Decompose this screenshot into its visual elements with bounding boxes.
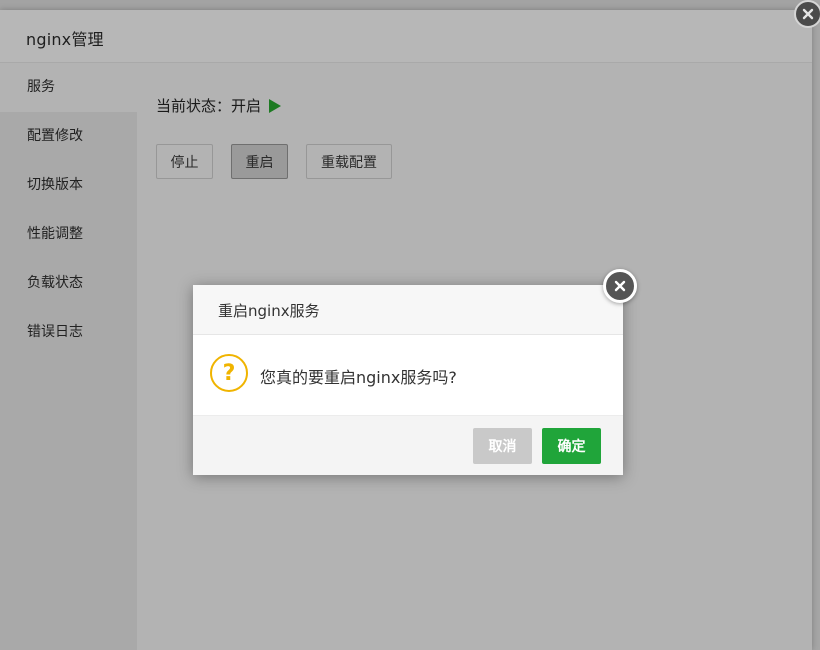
sidebar-item-label: 性能调整 [27, 226, 83, 242]
sidebar-item-config-edit[interactable]: 配置修改 [0, 112, 137, 161]
sidebar-item-label: 负载状态 [27, 275, 83, 291]
dialog-body: ? 您真的要重启nginx服务吗? [193, 335, 623, 415]
dialog-message: 您真的要重启nginx服务吗? [260, 368, 457, 387]
panel-header: nginx管理 [0, 10, 812, 63]
panel-title: nginx管理 [26, 30, 104, 49]
dialog-close-button[interactable] [603, 269, 637, 303]
dialog-title: 重启nginx服务 [218, 302, 320, 320]
sidebar-item-error-log[interactable]: 错误日志 [0, 308, 137, 357]
sidebar-item-label: 错误日志 [27, 324, 83, 340]
panel-close-button[interactable] [794, 0, 820, 28]
reload-config-button[interactable]: 重载配置 [306, 144, 392, 179]
confirm-button[interactable]: 确定 [542, 428, 601, 464]
sidebar: 服务 配置修改 切换版本 性能调整 负载状态 错误日志 [0, 63, 137, 650]
stop-button[interactable]: 停止 [156, 144, 213, 179]
question-icon: ? [210, 354, 248, 392]
sidebar-item-service[interactable]: 服务 [0, 63, 137, 112]
sidebar-item-label: 配置修改 [27, 128, 83, 144]
sidebar-item-label: 切换版本 [27, 177, 83, 193]
cancel-button-label: 取消 [488, 439, 517, 455]
dialog-footer: 取消 确定 [193, 415, 623, 475]
close-icon [802, 8, 814, 20]
close-icon [614, 280, 626, 292]
restart-button[interactable]: 重启 [231, 144, 288, 179]
cancel-button[interactable]: 取消 [473, 428, 532, 464]
sidebar-item-label: 服务 [27, 79, 55, 95]
stop-button-label: 停止 [170, 154, 199, 171]
screen: nginx管理 服务 配置修改 切换版本 性能调整 负载状态 错误日志 当前状态… [0, 0, 820, 650]
dialog-header: 重启nginx服务 [193, 285, 623, 335]
restart-button-label: 重启 [245, 154, 274, 171]
sidebar-item-performance[interactable]: 性能调整 [0, 210, 137, 259]
sidebar-item-load-status[interactable]: 负载状态 [0, 259, 137, 308]
service-status: 当前状态：开启 [156, 95, 282, 116]
restart-confirm-dialog: 重启nginx服务 ? 您真的要重启nginx服务吗? 取消 确定 [193, 269, 637, 475]
sidebar-item-switch-version[interactable]: 切换版本 [0, 161, 137, 210]
play-icon [269, 98, 282, 113]
reload-config-button-label: 重载配置 [321, 154, 377, 171]
background-window-edge [812, 0, 820, 650]
status-text: 当前状态：开启 [156, 97, 262, 115]
confirm-button-label: 确定 [557, 439, 586, 455]
